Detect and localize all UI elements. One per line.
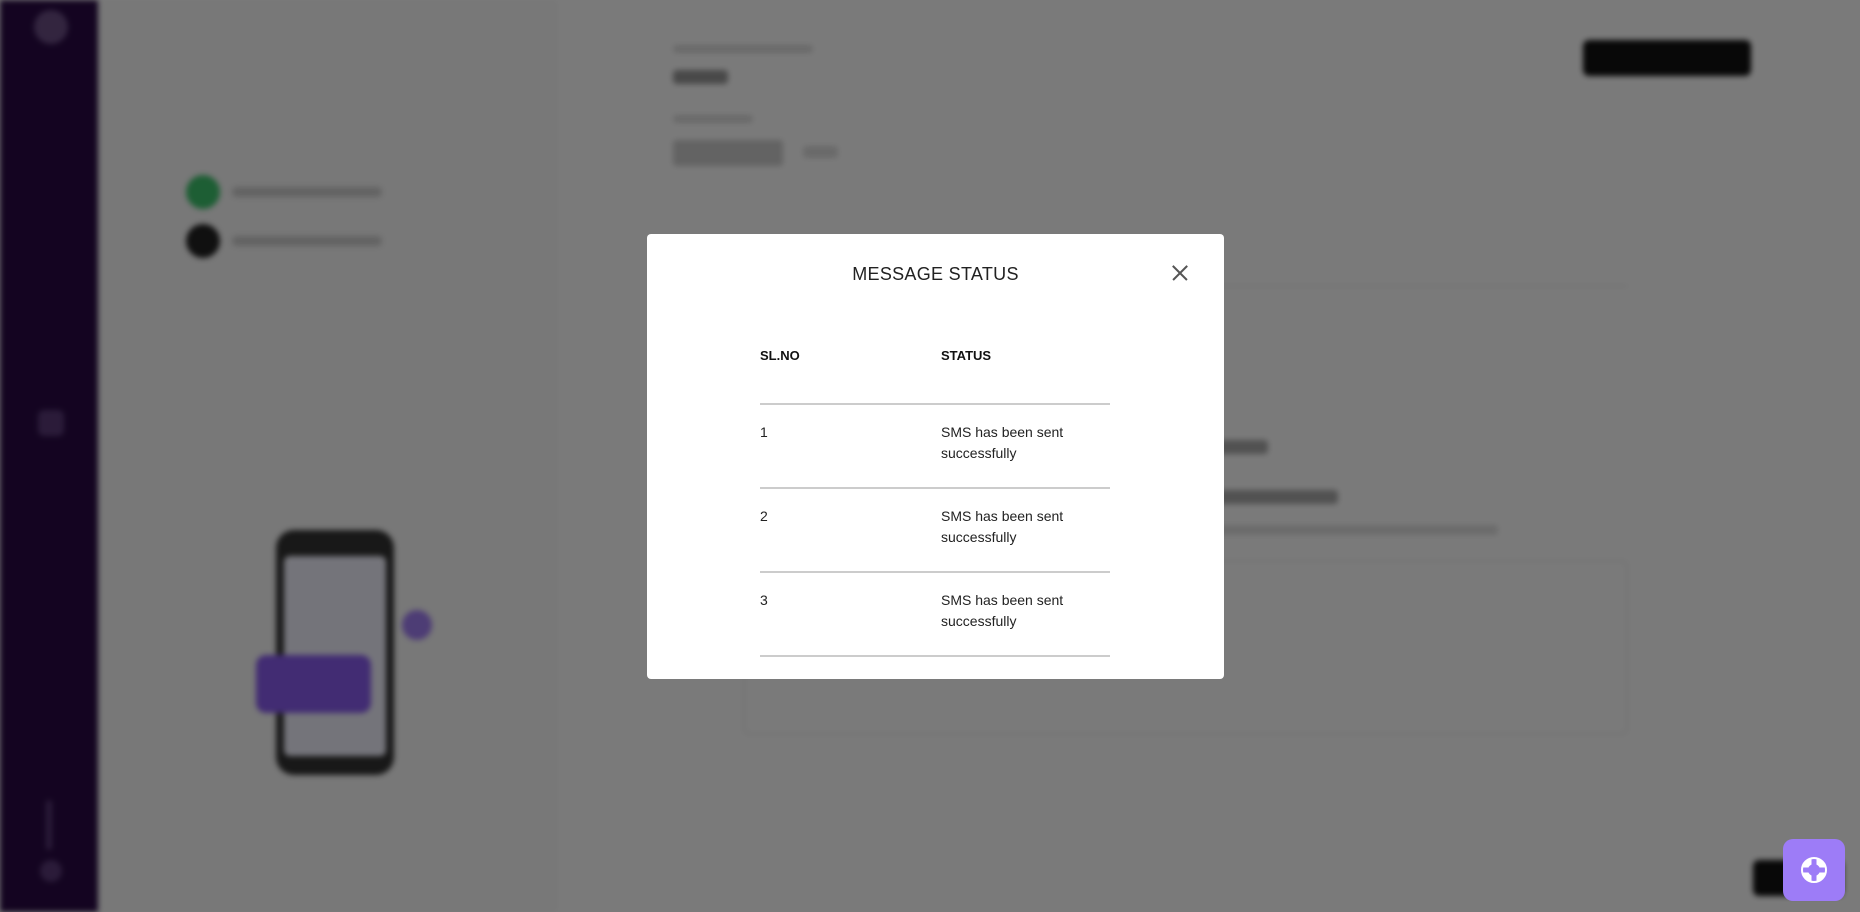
status-cell: SMS has been sent successfully	[941, 404, 1110, 489]
status-cell: SMS has been sent successfully	[941, 488, 1110, 573]
column-header-status: STATUS	[941, 338, 1110, 405]
message-status-modal: MESSAGE STATUS SL.NO STATUS 1 SMS has be…	[647, 234, 1224, 679]
lifebuoy-icon	[1801, 857, 1827, 883]
status-cell: SMS has been sent successfully	[941, 572, 1110, 657]
sl-no-cell: 3	[760, 572, 941, 657]
close-icon[interactable]	[1168, 261, 1192, 285]
sl-no-cell: 1	[760, 404, 941, 489]
table-row: 2 SMS has been sent successfully	[760, 488, 1110, 573]
sl-no-cell: 2	[760, 488, 941, 573]
status-table: SL.NO STATUS 1 SMS has been sent success…	[760, 338, 1110, 657]
table-row: 1 SMS has been sent successfully	[760, 404, 1110, 489]
table-header-row: SL.NO STATUS	[760, 338, 1110, 405]
column-header-sl-no: SL.NO	[760, 338, 941, 405]
table-row: 3 SMS has been sent successfully	[760, 572, 1110, 657]
help-button[interactable]	[1783, 839, 1845, 901]
modal-title: MESSAGE STATUS	[852, 264, 1019, 284]
